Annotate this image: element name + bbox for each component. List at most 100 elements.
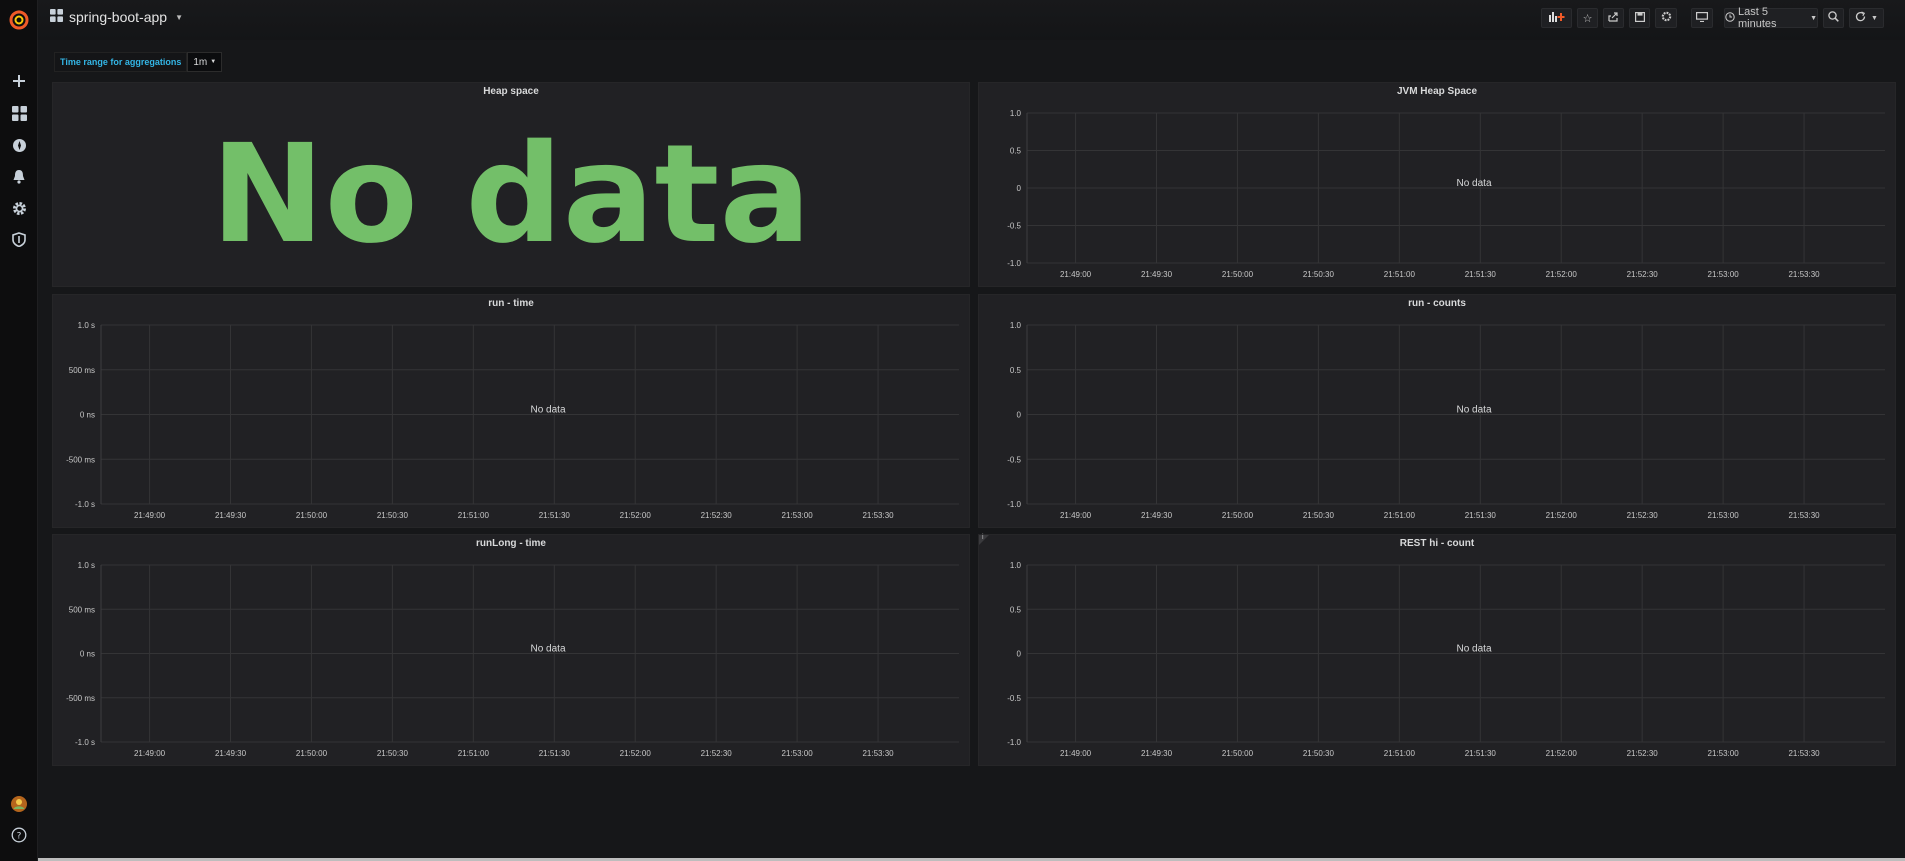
- panel-run-counts[interactable]: run - counts 1.0 0.5 0 -0.5 -1.0 21:49:00 21:4…: [978, 294, 1896, 528]
- dashboards-icon[interactable]: [0, 100, 38, 126]
- y-tick-label: 0 ns: [80, 650, 95, 659]
- share-button[interactable]: [1603, 8, 1624, 28]
- x-tick-label: 21:52:00: [1546, 511, 1578, 520]
- panel-rest-hi-count[interactable]: i REST hi - count 1.0 0.5 0 -0.5 -1.0 21:49:0…: [978, 534, 1896, 766]
- panel-heap-space[interactable]: Heap space No data: [52, 82, 970, 287]
- x-tick-label: 21:53:30: [1788, 511, 1820, 520]
- sidebar: ?: [0, 0, 38, 861]
- x-tick-label: 21:49:00: [134, 511, 166, 520]
- top-navbar: spring-boot-app ▼ ☆ Last 5 minutes ▼ ▼: [38, 0, 1905, 40]
- x-tick-label: 21:52:30: [1627, 270, 1659, 279]
- graph-plot: 1.0 0.5 0 -0.5 -1.0 21:49:00 21:49:30 21:50:00 2…: [1007, 109, 1885, 279]
- zoom-out-button[interactable]: [1823, 8, 1844, 28]
- panel-run-time[interactable]: run - time 1.0 s 500 ms 0 ns -500 ms -1.0 s2…: [52, 294, 970, 528]
- x-tick-label: 21:51:00: [458, 511, 490, 520]
- x-tick-label: 21:52:30: [701, 749, 733, 758]
- x-tick-label: 21:50:00: [1222, 511, 1254, 520]
- gear-icon[interactable]: [0, 195, 38, 221]
- dashboard-settings-button[interactable]: [1655, 8, 1677, 28]
- bell-icon[interactable]: [0, 163, 38, 189]
- x-tick-label: 21:52:00: [1546, 749, 1578, 758]
- add-panel-button[interactable]: [1541, 8, 1572, 28]
- x-tick-label: 21:50:00: [296, 511, 328, 520]
- x-tick-label: 21:49:00: [1060, 270, 1092, 279]
- y-tick-label: 0.5: [1010, 605, 1022, 614]
- graph-plot: 1.0 s 500 ms 0 ns -500 ms -1.0 s 21:49:00 21:4…: [66, 321, 959, 520]
- x-tick-label: 21:52:30: [1627, 511, 1659, 520]
- user-avatar-icon[interactable]: [0, 791, 38, 817]
- svg-text:?: ?: [17, 832, 22, 842]
- x-tick-label: 21:51:30: [539, 511, 571, 520]
- x-tick-label: 21:53:30: [1788, 749, 1820, 758]
- y-tick-label: -0.5: [1007, 694, 1021, 703]
- dashboards-icon: [50, 9, 63, 25]
- singlestat-value: No data: [210, 116, 812, 274]
- clock-icon: [1725, 11, 1735, 25]
- chevron-down-icon: ▼: [210, 59, 217, 65]
- share-icon: [1608, 11, 1619, 25]
- y-tick-label: -500 ms: [66, 455, 95, 464]
- refresh-button[interactable]: ▼: [1849, 8, 1884, 28]
- variable-dropdown[interactable]: 1m ▼: [187, 52, 223, 72]
- chevron-down-icon: ▼: [1810, 14, 1817, 22]
- x-tick-label: 21:51:30: [1465, 511, 1497, 520]
- x-tick-label: 21:53:00: [1708, 270, 1740, 279]
- x-tick-label: 21:50:00: [1222, 270, 1254, 279]
- save-button[interactable]: [1629, 8, 1650, 28]
- explore-compass-icon[interactable]: [0, 132, 38, 158]
- time-range-label: Last 5 minutes: [1738, 6, 1777, 30]
- x-tick-label: 21:51:30: [539, 749, 571, 758]
- help-icon[interactable]: ?: [0, 822, 38, 848]
- y-tick-label: -0.5: [1007, 222, 1021, 231]
- no-data-label: No data: [1456, 644, 1491, 655]
- x-tick-label: 21:51:30: [1465, 270, 1497, 279]
- panel-jvm-heap-space[interactable]: JVM Heap Space 1.0 0.5 0 -0.5 -1.0 21:49:00 21…: [978, 82, 1896, 287]
- panel-title: Heap space: [483, 86, 539, 97]
- x-tick-label: 21:52:00: [620, 749, 652, 758]
- y-tick-label: 1.0: [1010, 109, 1022, 118]
- star-button[interactable]: ☆: [1577, 8, 1598, 28]
- template-variables: Time range for aggregations 1m ▼: [54, 52, 223, 72]
- x-tick-label: 21:51:00: [1384, 511, 1416, 520]
- add-panel-icon: [1548, 11, 1566, 25]
- x-tick-label: 21:53:00: [1708, 511, 1740, 520]
- plus-icon[interactable]: [0, 68, 38, 94]
- grafana-logo-icon[interactable]: [0, 6, 38, 34]
- no-data-label: No data: [530, 405, 565, 416]
- dashboard-title: spring-boot-app: [69, 9, 168, 25]
- dashboard-picker[interactable]: spring-boot-app ▼: [50, 9, 183, 25]
- x-tick-label: 21:53:00: [782, 511, 814, 520]
- y-tick-label: -1.0 s: [75, 500, 95, 509]
- x-tick-label: 21:52:30: [1627, 749, 1659, 758]
- y-tick-label: 1.0: [1010, 321, 1022, 330]
- time-picker-button[interactable]: Last 5 minutes ▼: [1724, 6, 1818, 30]
- variable-value: 1m: [193, 56, 208, 68]
- x-tick-label: 21:50:30: [1303, 749, 1335, 758]
- x-tick-label: 21:50:30: [1303, 270, 1335, 279]
- tv-mode-button[interactable]: [1691, 8, 1713, 28]
- x-tick-label: 21:50:00: [1222, 749, 1254, 758]
- x-tick-label: 21:53:30: [862, 511, 894, 520]
- y-tick-label: -500 ms: [66, 694, 95, 703]
- x-tick-label: 21:49:30: [1141, 511, 1173, 520]
- x-tick-label: 21:49:00: [134, 749, 166, 758]
- x-tick-label: 21:53:30: [1788, 270, 1820, 279]
- x-tick-label: 21:51:00: [1384, 270, 1416, 279]
- x-tick-label: 21:49:30: [215, 749, 247, 758]
- y-tick-label: 1.0 s: [78, 321, 95, 330]
- x-tick-label: 21:52:30: [701, 511, 733, 520]
- graph-plot: 1.0 s 500 ms 0 ns -500 ms -1.0 s 21:49:00 21:4…: [66, 561, 959, 758]
- x-tick-label: 21:50:30: [377, 749, 409, 758]
- y-tick-label: -1.0 s: [75, 738, 95, 747]
- settings-icon: [1661, 11, 1672, 25]
- shield-icon[interactable]: [0, 226, 38, 252]
- x-tick-label: 21:50:30: [1303, 511, 1335, 520]
- panel-runlong-time[interactable]: runLong - time 1.0 s 500 ms 0 ns -500 ms -1.…: [52, 534, 970, 766]
- x-tick-label: 21:53:00: [1708, 749, 1740, 758]
- x-tick-label: 21:49:30: [1141, 270, 1173, 279]
- x-tick-label: 21:50:30: [377, 511, 409, 520]
- graph-plot: 1.0 0.5 0 -0.5 -1.0 21:49:00 21:49:30 21:50:00 2…: [1007, 321, 1885, 520]
- tv-mode-icon: [1696, 11, 1709, 25]
- y-tick-label: 0: [1017, 650, 1022, 659]
- zoom-out-icon: [1828, 11, 1839, 25]
